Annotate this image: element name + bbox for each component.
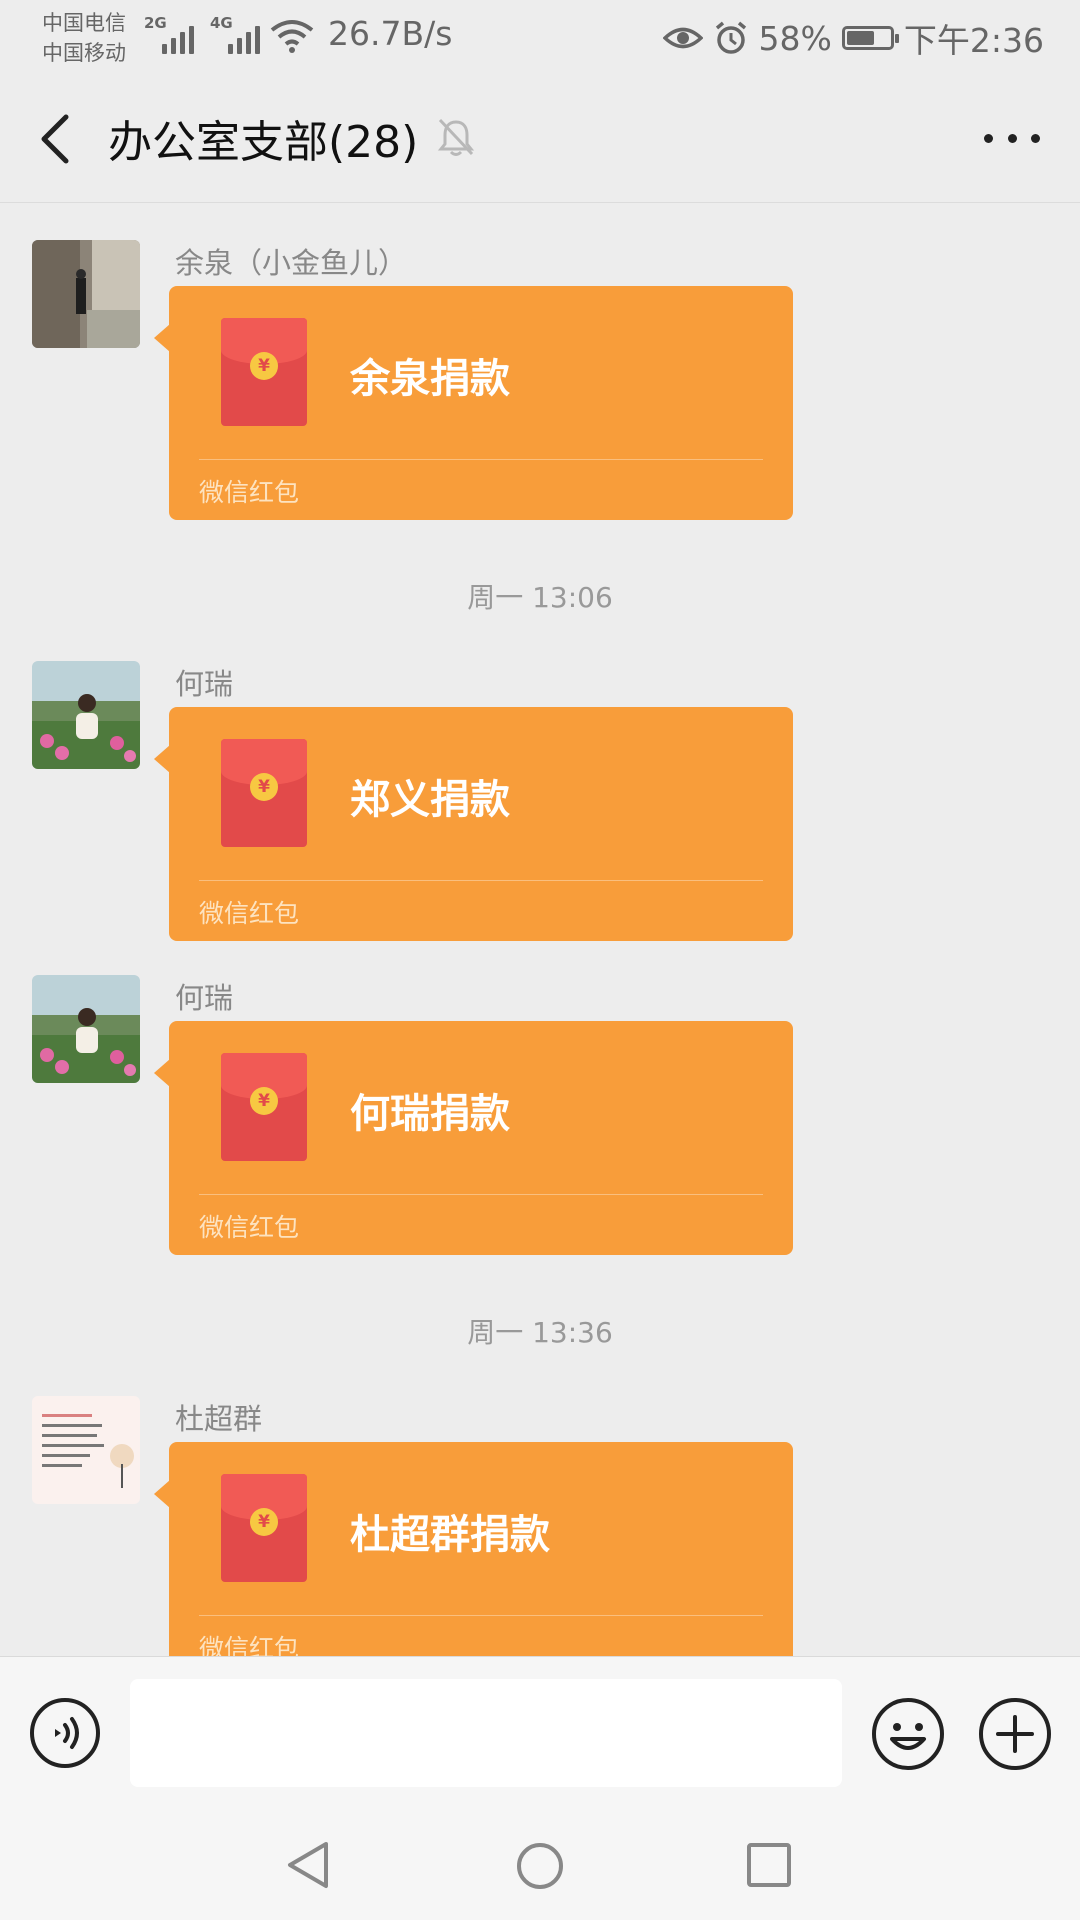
sender-name: 何瑞 — [175, 667, 234, 701]
input-bar — [0, 1656, 1080, 1807]
sender-name: 何瑞 — [175, 981, 234, 1015]
nav-home-icon[interactable] — [516, 1842, 564, 1890]
plus-circle-icon[interactable] — [978, 1697, 1052, 1771]
red-packet-footer: 微信红包 — [199, 899, 300, 928]
more-options-button[interactable] — [984, 118, 1040, 158]
voice-icon[interactable] — [29, 1697, 101, 1769]
red-packet-title: 郑义捐款 — [350, 777, 510, 823]
battery-icon — [841, 26, 899, 50]
carrier-1: 中国电信 — [42, 11, 126, 35]
divider — [199, 880, 763, 881]
red-packet-card[interactable]: ¥ 何瑞捐款 微信红包 — [154, 1021, 793, 1255]
signal-icon-2g: 2G — [144, 14, 200, 54]
divider — [199, 459, 763, 460]
red-packet-title: 余泉捐款 — [350, 356, 510, 402]
avatar[interactable] — [32, 240, 140, 348]
carrier-names: 中国电信 中国移动 — [42, 8, 126, 68]
avatar[interactable] — [32, 975, 140, 1083]
alarm-icon — [715, 21, 746, 54]
timestamp: 周一 13:06 — [467, 581, 613, 614]
eye-icon — [662, 27, 703, 49]
divider — [199, 1194, 763, 1195]
carrier-2: 中国移动 — [42, 41, 126, 65]
red-packet-icon: ¥ — [221, 1053, 307, 1161]
nav-recent-apps-icon[interactable] — [746, 1842, 792, 1888]
wechat-group-chat-screen: 中国电信 中国移动 2G 4G 26.7B/s 58% 下午2:36 办公室支部… — [0, 0, 1080, 1920]
signal-icon-4g: 4G — [210, 14, 266, 54]
red-packet-icon: ¥ — [221, 318, 307, 426]
signal-4g-label: 4G — [210, 14, 233, 32]
sender-name: 杜超群 — [175, 1402, 263, 1436]
more-dots-icon — [984, 133, 993, 143]
chat-title: 办公室支部(28) — [108, 117, 419, 168]
bell-off-icon — [437, 118, 475, 156]
clock: 下午2:36 — [903, 21, 1044, 60]
status-right-group: 58% 下午2:36 — [662, 14, 1044, 62]
chevron-left-icon[interactable] — [30, 109, 86, 169]
avatar[interactable] — [32, 1396, 140, 1504]
red-packet-footer: 微信红包 — [199, 478, 300, 507]
red-packet-card[interactable]: ¥ 杜超群捐款 微信红包 — [154, 1442, 793, 1656]
red-packet-footer: 微信红包 — [199, 1213, 300, 1242]
signal-2g-label: 2G — [144, 14, 167, 32]
message-input[interactable] — [130, 1679, 842, 1787]
nav-back-icon[interactable] — [284, 1840, 332, 1890]
system-navigation-bar — [0, 1806, 1080, 1920]
red-packet-title: 何瑞捐款 — [350, 1091, 510, 1137]
red-packet-card[interactable]: ¥ 余泉捐款 微信红包 — [154, 286, 793, 520]
status-bar: 中国电信 中国移动 2G 4G 26.7B/s 58% 下午2:36 — [0, 0, 1080, 76]
red-packet-card[interactable]: ¥ 郑义捐款 微信红包 — [154, 707, 793, 941]
red-packet-title: 杜超群捐款 — [350, 1512, 550, 1558]
red-packet-footer: 微信红包 — [199, 1634, 300, 1656]
timestamp: 周一 13:36 — [467, 1316, 613, 1349]
chat-header: 办公室支部(28) — [0, 76, 1080, 203]
divider — [199, 1615, 763, 1616]
battery-percent: 58% — [758, 18, 832, 58]
avatar[interactable] — [32, 661, 140, 769]
message-list[interactable]: 余泉（小金鱼儿） ¥ 余泉捐款 微信红包 周一 13:06 何瑞 ¥ 郑义捐款 … — [0, 203, 1080, 1656]
wifi-icon — [270, 20, 314, 53]
smiley-icon[interactable] — [871, 1697, 945, 1771]
network-speed: 26.7B/s — [328, 14, 453, 53]
red-packet-icon: ¥ — [221, 739, 307, 847]
sender-name: 余泉（小金鱼儿） — [175, 246, 408, 280]
red-packet-icon: ¥ — [221, 1474, 307, 1582]
